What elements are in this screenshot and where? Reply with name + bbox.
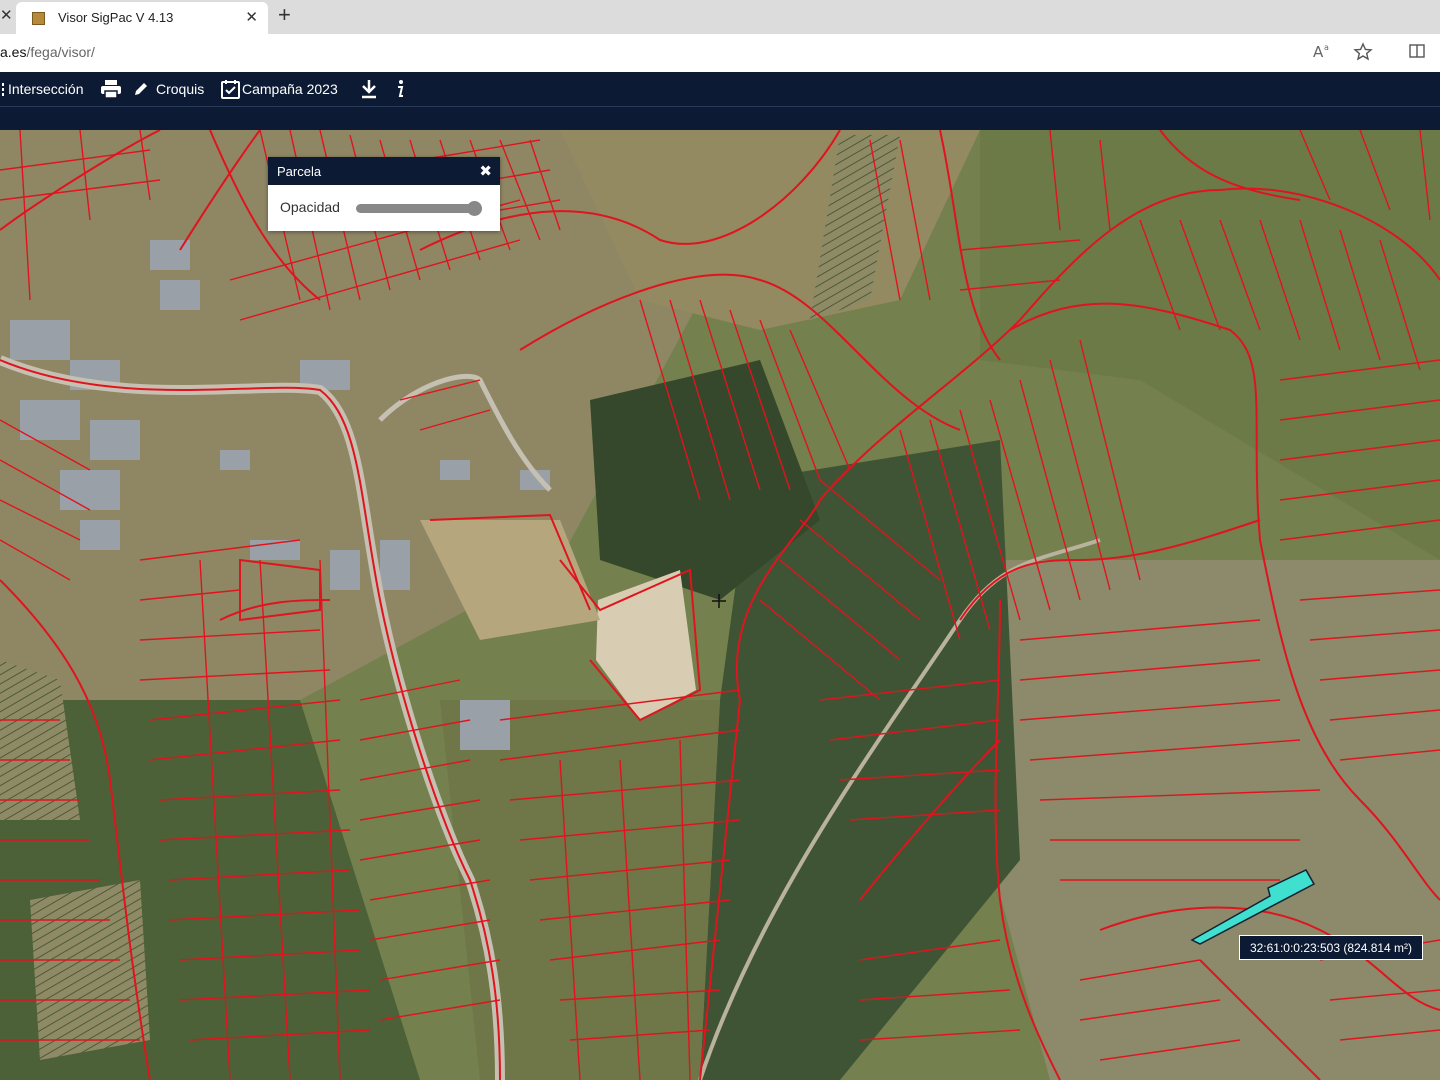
- pencil-icon: [135, 83, 147, 95]
- opacity-slider[interactable]: [356, 201, 482, 216]
- url-path: /fega/visor/: [26, 44, 95, 60]
- info-icon: [398, 80, 404, 97]
- orthophoto-parcel-map: [0, 130, 1440, 1080]
- parcel-info-tooltip: 32:61:0:0:23:503 (824.814 m²): [1239, 935, 1423, 960]
- close-tab-icon[interactable]: ✕: [245, 8, 258, 26]
- favorite-star-icon[interactable]: [1353, 42, 1373, 67]
- new-tab-icon[interactable]: +: [278, 2, 291, 28]
- parcela-layer-panel: Parcela ✖ Opacidad: [268, 157, 500, 231]
- opacity-label: Opacidad: [280, 199, 340, 215]
- campana-button[interactable]: Campaña 2023: [220, 79, 338, 99]
- download-button[interactable]: [360, 79, 378, 99]
- browser-tab[interactable]: Visor SigPac V 4.13 ✕: [16, 2, 268, 34]
- svg-text:a: a: [1324, 43, 1329, 52]
- sigpac-toolbar: Intersección Croquis Campaña 2023: [0, 72, 1440, 106]
- close-tab-icon[interactable]: ✕: [0, 6, 13, 26]
- interseccion-button[interactable]: Intersección: [0, 79, 83, 99]
- calendar-check-icon: [221, 80, 240, 99]
- panel-title: Parcela: [277, 164, 322, 179]
- split-screen-icon[interactable]: [1408, 42, 1426, 65]
- opacity-slider-thumb[interactable]: [467, 201, 482, 216]
- browser-tab-bar: ✕ Visor SigPac V 4.13 ✕ +: [0, 0, 1440, 34]
- panel-header: Parcela ✖: [268, 157, 500, 185]
- croquis-button[interactable]: Croquis: [132, 79, 204, 99]
- address-bar[interactable]: a.es/fega/visor/ Aa: [0, 34, 1440, 73]
- svg-text:A: A: [1313, 43, 1324, 60]
- print-icon: [101, 80, 121, 99]
- url-text[interactable]: a.es/fega/visor/: [0, 44, 95, 60]
- print-button[interactable]: [100, 79, 122, 99]
- read-aloud-icon[interactable]: Aa: [1312, 42, 1332, 65]
- tab-title: Visor SigPac V 4.13: [58, 10, 174, 25]
- interseccion-label: Intersección: [8, 81, 84, 97]
- url-host: a.es: [0, 44, 27, 60]
- sigpac-favicon-icon: [32, 12, 45, 25]
- croquis-label: Croquis: [156, 81, 205, 97]
- download-icon: [362, 80, 376, 99]
- toolbar-subbar: [0, 106, 1440, 131]
- campana-label: Campaña 2023: [242, 81, 338, 97]
- map-view[interactable]: Parcela ✖ Opacidad 32:61:0:0:23:503 (824…: [0, 130, 1440, 1080]
- panel-body: Opacidad: [268, 185, 500, 231]
- close-icon[interactable]: ✖: [479, 157, 492, 187]
- interseccion-icon: [2, 83, 4, 96]
- info-button[interactable]: [394, 79, 406, 99]
